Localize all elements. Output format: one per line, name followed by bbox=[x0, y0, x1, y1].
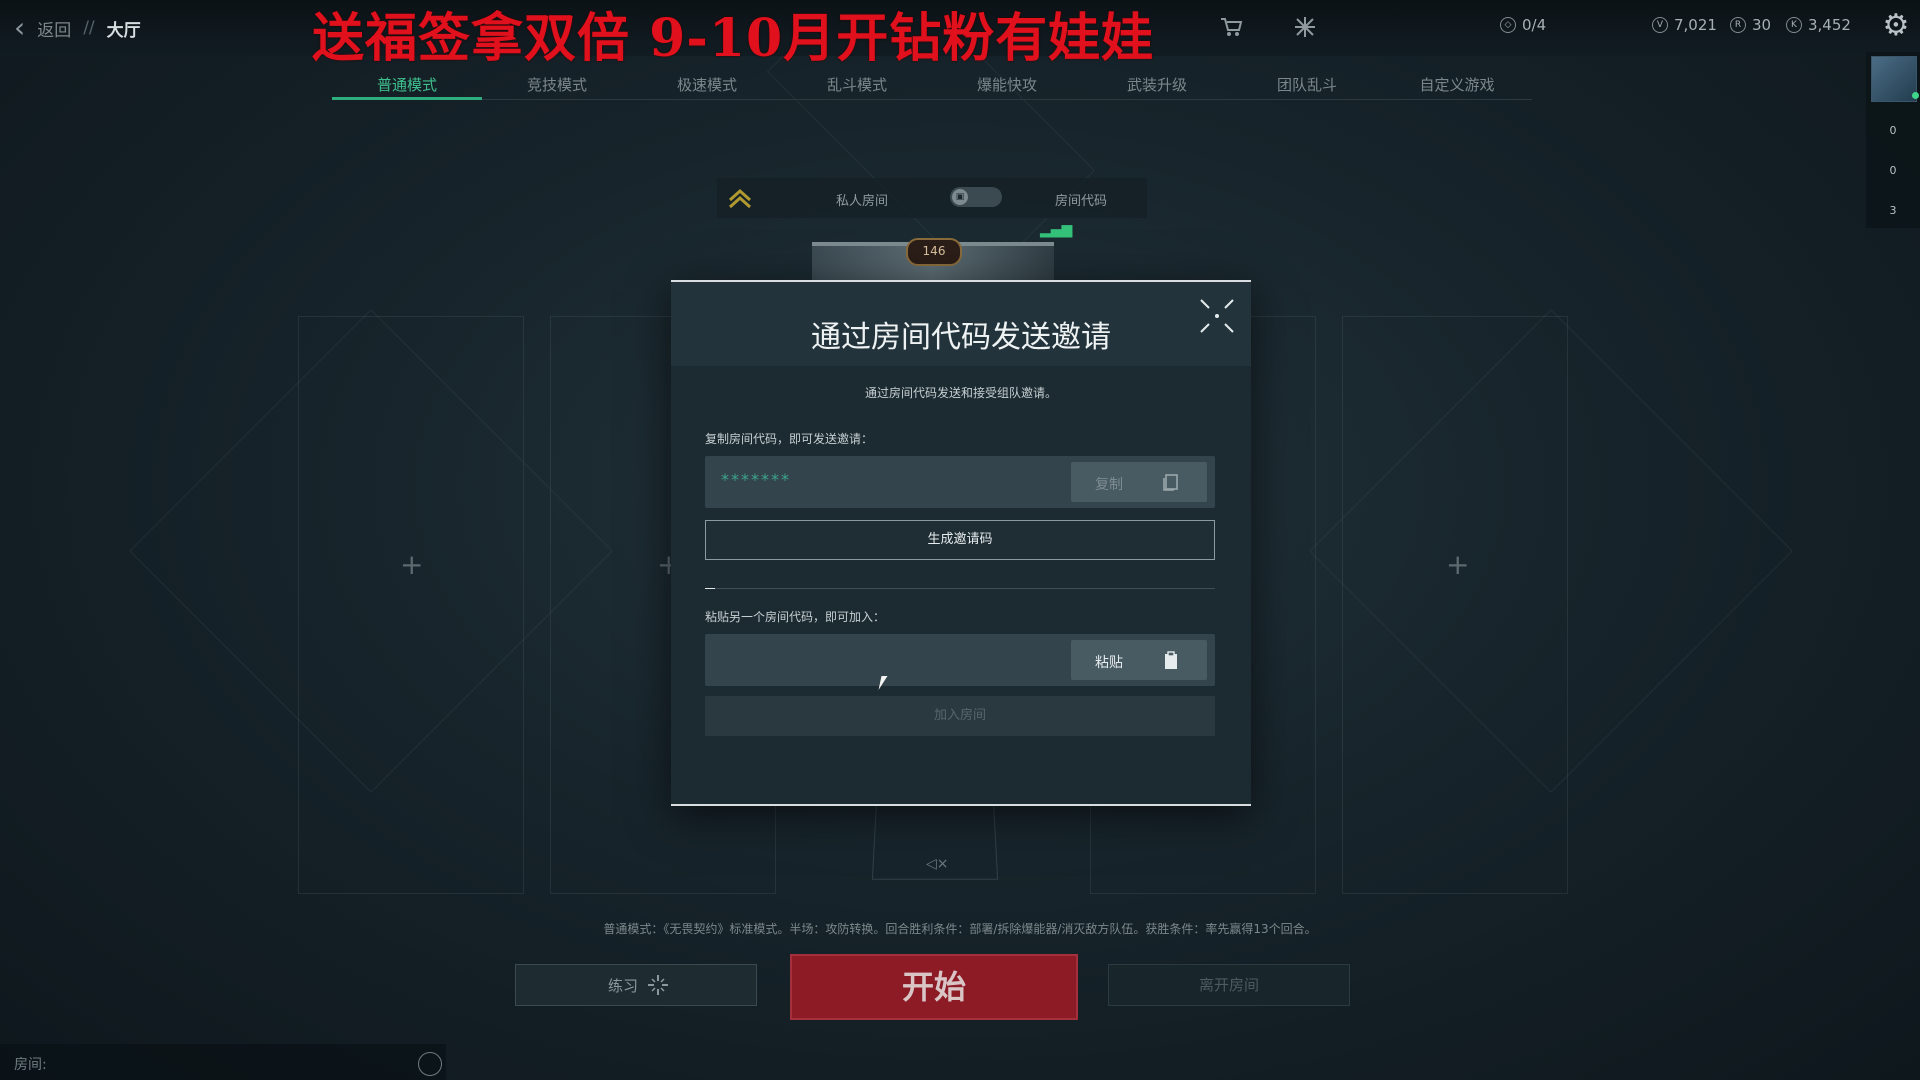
rank-chevron-icon bbox=[726, 184, 754, 212]
start-button[interactable]: 开始 bbox=[790, 954, 1078, 1020]
radianite-currency[interactable]: R 30 bbox=[1730, 16, 1771, 34]
empty-player-slot[interactable] bbox=[1342, 316, 1568, 894]
mode-tabs: 普通模式 竞技模式 极速模式 乱斗模式 爆能快攻 武装升级 团队乱斗 自定义游戏 bbox=[332, 72, 1532, 100]
missions-counter[interactable]: ◇ 0/4 bbox=[1500, 16, 1546, 34]
back-chevron-icon[interactable]: ‹ bbox=[14, 14, 25, 42]
social-rail: 0 0 3 bbox=[1866, 52, 1920, 228]
section-divider bbox=[705, 588, 1215, 589]
vp-value: 7,021 bbox=[1674, 16, 1717, 34]
room-code-field: ******* 复制 bbox=[705, 456, 1215, 508]
settings-gear-icon[interactable]: ⚙ bbox=[1880, 10, 1912, 42]
copy-section-label: 复制房间代码，即可发送邀请： bbox=[705, 432, 874, 446]
crosshair-icon bbox=[646, 973, 670, 997]
breadcrumb-current: 大厅 bbox=[106, 20, 141, 41]
lock-icon: ▣ bbox=[952, 189, 968, 205]
kingdom-credits-icon: K bbox=[1786, 17, 1802, 33]
room-code-dialog: 通过房间代码发送邀请 通过房间代码发送和接受组队邀请。 复制房间代码，即可发送邀… bbox=[671, 280, 1251, 806]
kingdom-value: 3,452 bbox=[1808, 16, 1851, 34]
copy-button-label: 复制 bbox=[1095, 477, 1123, 493]
paste-button[interactable]: 粘贴 bbox=[1071, 640, 1207, 680]
practice-button[interactable]: 练习 bbox=[515, 964, 757, 1006]
tab-deathmatch[interactable]: 乱斗模式 bbox=[782, 72, 932, 100]
add-player-plus-icon[interactable]: + bbox=[400, 548, 423, 581]
tab-competitive[interactable]: 竞技模式 bbox=[482, 72, 632, 100]
private-room-label: 私人房间 bbox=[836, 194, 889, 209]
paste-section-label: 粘贴另一个房间代码，即可加入： bbox=[705, 610, 886, 624]
copy-icon bbox=[1161, 472, 1181, 492]
rail-count: 0 bbox=[1889, 124, 1897, 137]
empty-player-slot[interactable] bbox=[298, 316, 524, 894]
tab-divider bbox=[332, 99, 1532, 100]
rail-count: 3 bbox=[1889, 204, 1897, 217]
paste-code-input[interactable]: 粘贴 bbox=[705, 634, 1215, 686]
private-room-toggle[interactable]: ▣ bbox=[950, 187, 1002, 207]
dialog-description: 通过房间代码发送和接受组队邀请。 bbox=[864, 386, 1057, 400]
rail-count: 0 bbox=[1889, 164, 1897, 177]
close-icon[interactable] bbox=[1193, 292, 1241, 340]
missions-icon: ◇ bbox=[1500, 17, 1516, 33]
back-link[interactable]: 返回 bbox=[37, 16, 71, 41]
generate-code-button[interactable]: 生成邀请码 bbox=[705, 520, 1215, 560]
practice-button-label: 练习 bbox=[608, 977, 639, 995]
breadcrumb: ‹ 返回 // 大厅 bbox=[14, 14, 141, 42]
copy-button[interactable]: 复制 bbox=[1071, 462, 1207, 502]
clipboard-icon bbox=[1161, 650, 1181, 670]
player-level-badge: 146 bbox=[906, 238, 962, 266]
join-room-button[interactable]: 加入房间 bbox=[705, 696, 1215, 736]
leave-room-button[interactable]: 离开房间 bbox=[1108, 964, 1350, 1006]
tab-spike-rush[interactable]: 爆能快攻 bbox=[932, 72, 1082, 100]
signal-strength-icon: ▂▄▆ bbox=[1040, 222, 1073, 238]
room-chat-bar[interactable]: 房间: bbox=[0, 1044, 446, 1080]
radianite-icon: R bbox=[1730, 17, 1746, 33]
tab-swiftplay[interactable]: 极速模式 bbox=[632, 72, 782, 100]
chat-label: 房间: bbox=[14, 1057, 47, 1073]
add-player-plus-icon[interactable]: + bbox=[1446, 548, 1469, 581]
vp-currency[interactable]: V 7,021 bbox=[1652, 16, 1717, 34]
tab-normal[interactable]: 普通模式 bbox=[332, 72, 482, 100]
tab-escalation[interactable]: 武装升级 bbox=[1082, 72, 1232, 100]
dialog-title: 通过房间代码发送邀请 bbox=[811, 320, 1111, 355]
online-status-dot bbox=[1912, 92, 1919, 99]
mode-description: 普通模式：《无畏契约》标准模式。半场：攻防转换。回合胜利条件：部署/拆除爆能器/… bbox=[603, 922, 1317, 936]
room-code-button[interactable]: 房间代码 bbox=[1055, 190, 1107, 209]
store-cart-icon[interactable] bbox=[1218, 14, 1244, 40]
mute-icon[interactable]: ◁× bbox=[926, 856, 949, 872]
tab-custom-game[interactable]: 自定义游戏 bbox=[1382, 72, 1532, 100]
kingdom-currency[interactable]: K 3,452 bbox=[1786, 16, 1851, 34]
promo-banner-text: 送福签拿双倍 9-10月开钻粉有娃娃 bbox=[312, 8, 1155, 69]
vp-icon: V bbox=[1652, 17, 1668, 33]
chat-send-icon[interactable] bbox=[418, 1052, 442, 1076]
active-tab-indicator bbox=[332, 97, 482, 100]
agents-icon[interactable] bbox=[1292, 14, 1318, 40]
room-code-value: ******* bbox=[721, 470, 791, 489]
paste-button-label: 粘贴 bbox=[1095, 655, 1123, 671]
tab-team-deathmatch[interactable]: 团队乱斗 bbox=[1232, 72, 1382, 100]
breadcrumb-separator: // bbox=[83, 18, 95, 38]
missions-value: 0/4 bbox=[1522, 16, 1547, 34]
avatar[interactable] bbox=[1871, 56, 1917, 102]
radianite-value: 30 bbox=[1752, 16, 1772, 34]
